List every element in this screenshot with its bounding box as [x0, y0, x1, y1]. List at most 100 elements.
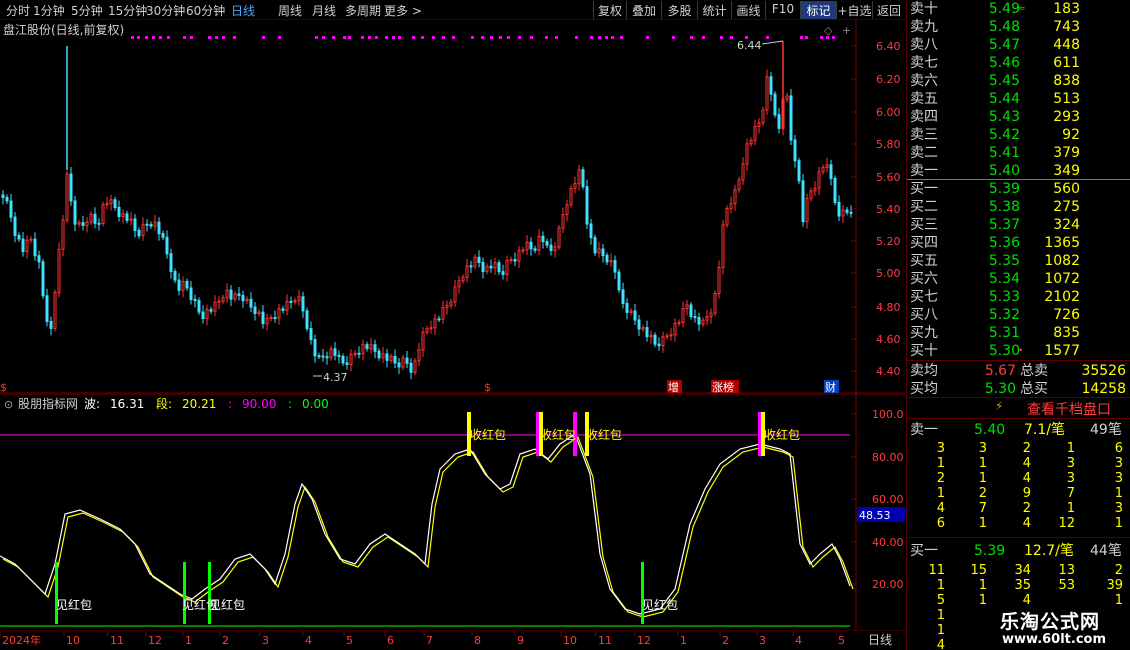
period-tab-0[interactable]: 分时: [6, 2, 30, 19]
candle-body: [93, 213, 97, 224]
candle-body: [645, 327, 649, 338]
candle-body: [69, 173, 73, 202]
date-label: 7: [426, 634, 433, 647]
period-tab-10[interactable]: 更多 >: [384, 2, 422, 19]
event-marker[interactable]: 涨榜: [712, 380, 734, 394]
candle-body: [665, 335, 669, 338]
candle-body: [413, 360, 417, 373]
toolbar-button-3[interactable]: 统计: [697, 1, 731, 19]
period-tab-7[interactable]: 周线: [278, 2, 302, 19]
event-marker[interactable]: $: [0, 381, 7, 394]
candle-body: [573, 183, 577, 189]
sell-signal-label: 收红包: [540, 427, 576, 442]
candle-body: [129, 218, 133, 221]
candle-body: [753, 125, 757, 141]
candle-body: [73, 200, 77, 225]
toolbar-button-4[interactable]: 画线: [731, 1, 765, 19]
candlestick-chart[interactable]: 盘江股份(日线,前复权) ◇ + 6.40 6.20 6.00 5.80 5.60 5.4…: [0, 20, 905, 394]
toolbar-button-5[interactable]: F10: [765, 1, 800, 19]
candle-body: [49, 320, 53, 329]
ask-level-row[interactable]: 卖一 5.40 349: [910, 162, 1130, 180]
candle-body: [269, 317, 273, 319]
candle-body: [201, 311, 205, 320]
candle-body: [773, 93, 777, 116]
candle-body: [61, 219, 65, 250]
period-tab-3[interactable]: 15分钟: [108, 2, 147, 19]
candle-body: [225, 289, 229, 299]
bid-level-row[interactable]: 买六 5.34 1072: [910, 270, 1130, 288]
candle-body: [549, 244, 553, 251]
queue-row: 11 15 34 13 2: [928, 563, 1123, 578]
toolbar-button-8[interactable]: 返回: [872, 1, 905, 19]
qiandang-button[interactable]: ⚡ 查看千档盘口: [907, 398, 1130, 418]
event-marker[interactable]: $: [484, 381, 491, 394]
candle-body: [297, 296, 301, 302]
period-tab-9[interactable]: 多周期: [345, 2, 381, 19]
collapse-icon[interactable]: ⊙: [4, 398, 13, 411]
top-toolbar: 分时 1分钟 5分钟 15分钟 30分钟 60分钟 日线 周线 月线 多周期 更多 > 复权 叠加 多股统…: [0, 0, 905, 20]
candle-body: [317, 355, 321, 358]
sell-signal-label: 收红包: [470, 427, 506, 442]
bid-level-row[interactable]: 买七 5.33 2102: [910, 288, 1130, 306]
candle-body: [449, 301, 453, 306]
event-marker[interactable]: 财: [825, 380, 836, 394]
candle-body: [653, 334, 657, 345]
diamond-icon[interactable]: ◇: [824, 24, 833, 37]
queue-row: 12971: [936, 486, 1123, 501]
candle-body: [377, 350, 381, 359]
event-marker[interactable]: 增: [668, 380, 679, 394]
bid-level-row[interactable]: 买三 5.37 324: [910, 216, 1130, 234]
ask-level-row[interactable]: 卖八 5.47 448: [910, 36, 1130, 54]
candle-body: [489, 265, 493, 269]
candle-body: [689, 304, 693, 317]
bid-level-row[interactable]: 买一 5.39 560: [910, 180, 1130, 198]
toolbar-button-2[interactable]: 多股: [661, 1, 697, 19]
candle-body: [33, 238, 37, 257]
wave-line: [0, 433, 851, 615]
ask-level-row[interactable]: 卖四 5.43 293: [910, 108, 1130, 126]
price-tick: 5.20: [876, 235, 901, 248]
period-tab-8[interactable]: 月线: [312, 2, 336, 19]
toolbar-button-6[interactable]: 标记: [800, 1, 836, 19]
period-tab-1[interactable]: 1分钟: [33, 2, 65, 19]
ask-level-row[interactable]: 卖九 5.48 743: [910, 18, 1130, 36]
bid-level-row[interactable]: 买二 5.38 275: [910, 198, 1130, 216]
ask-level-row[interactable]: 卖三 5.42 92: [910, 126, 1130, 144]
toolbar-button-7[interactable]: +自选: [836, 1, 872, 19]
period-tab-4[interactable]: 30分钟: [146, 2, 185, 19]
toolbar-button-0[interactable]: 复权: [593, 1, 626, 19]
price-chart[interactable]: 盘江股份(日线,前复权) ◇ + 6.40 6.20 6.00 5.80 5.60 5.4…: [0, 20, 905, 394]
candle-body: [509, 259, 513, 262]
ask-level-row[interactable]: 卖七 5.46 611: [910, 54, 1130, 72]
bid-level-row[interactable]: 买五 5.35 1082: [910, 252, 1130, 270]
period-tab-5[interactable]: 60分钟: [186, 2, 225, 19]
bid-level-row[interactable]: 买四 5.36 1365: [910, 234, 1130, 252]
indicator-panel[interactable]: ⊙ 股朋指标网 波: 16.31 段: 20.21:90.00:0.00 100.0 8…: [0, 393, 905, 630]
plus-icon[interactable]: +: [842, 24, 851, 37]
ask-level-row[interactable]: 卖十 5.49 183 ≈: [910, 0, 1130, 18]
period-tab-6[interactable]: 日线: [231, 2, 255, 19]
ask-level-row[interactable]: 卖五 5.44 513: [910, 90, 1130, 108]
queue-row: 1 1 35 53 39: [936, 578, 1123, 593]
candle-body: [521, 249, 525, 252]
candle-body: [329, 348, 333, 359]
bid-level-row[interactable]: 买十 5.30 1577 •: [910, 342, 1130, 360]
candle-body: [373, 344, 377, 352]
candle-body: [229, 289, 233, 300]
date-label: 12: [148, 634, 162, 647]
ask-level-row[interactable]: 卖二 5.41 379: [910, 144, 1130, 162]
period-tab-2[interactable]: 5分钟: [71, 2, 103, 19]
candle-body: [757, 122, 761, 127]
candle-body: [365, 344, 369, 350]
candle-body: [677, 321, 681, 324]
candle-body: [173, 271, 177, 281]
toolbar-button-1[interactable]: 叠加: [626, 1, 661, 19]
candle-body: [181, 280, 185, 291]
candle-body: [37, 255, 41, 263]
bid-level-row[interactable]: 买九 5.31 835: [910, 324, 1130, 342]
ask-level-row[interactable]: 卖六 5.45 838: [910, 72, 1130, 90]
indicator-chart[interactable]: ⊙ 股朋指标网 波: 16.31 段: 20.21:90.00:0.00 100.08…: [0, 393, 905, 630]
candle-body: [829, 164, 833, 179]
bid-level-row[interactable]: 买八 5.32 726: [910, 306, 1130, 324]
candle-body: [157, 221, 161, 235]
